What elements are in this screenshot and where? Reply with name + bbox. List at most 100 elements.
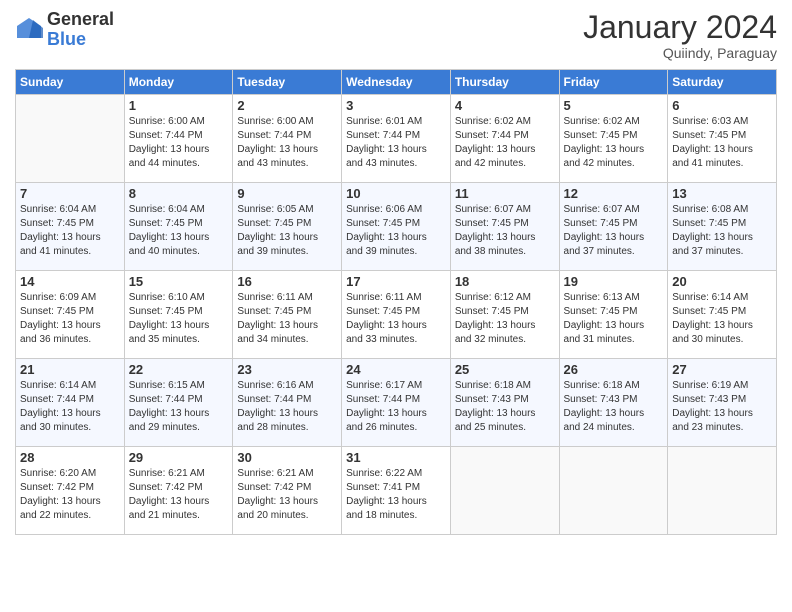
day-info: Sunrise: 6:20 AMSunset: 7:42 PMDaylight:… [20, 467, 120, 523]
calendar-cell: 21Sunrise: 6:14 AMSunset: 7:44 PMDayligh… [16, 359, 125, 447]
day-number: 9 [237, 186, 337, 201]
calendar-cell: 2 Sunrise: 6:00 AMSunset: 7:44 PMDaylight… [233, 95, 342, 183]
day-number: 11 [455, 186, 555, 201]
day-info: Sunrise: 6:21 AMSunset: 7:42 PMDaylight:… [237, 467, 337, 523]
weekday-header-monday: Monday [124, 70, 233, 95]
day-number: 26 [564, 362, 664, 377]
day-number: 29 [129, 450, 229, 465]
day-info: Sunrise: 6:10 AMSunset: 7:45 PMDaylight:… [129, 291, 229, 347]
calendar-cell: 9 Sunrise: 6:05 AMSunset: 7:45 PMDaylight… [233, 183, 342, 271]
weekday-header-saturday: Saturday [668, 70, 777, 95]
calendar-cell: 22 Sunrise: 6:15 AMSunset: 7:44 PMDayligh… [124, 359, 233, 447]
day-number: 4 [455, 98, 555, 113]
day-number: 16 [237, 274, 337, 289]
day-info: Sunrise: 6:07 AMSunset: 7:45 PMDaylight:… [455, 203, 555, 259]
day-number: 8 [129, 186, 229, 201]
day-number: 23 [237, 362, 337, 377]
day-number: 22 [129, 362, 229, 377]
day-info: Sunrise: 6:01 AMSunset: 7:44 PMDaylight:… [346, 115, 446, 171]
calendar-cell: 10Sunrise: 6:06 AMSunset: 7:45 PMDayligh… [342, 183, 451, 271]
day-info: Sunrise: 6:06 AMSunset: 7:45 PMDaylight:… [346, 203, 446, 259]
calendar-cell: 30Sunrise: 6:21 AMSunset: 7:42 PMDayligh… [233, 447, 342, 535]
day-number: 27 [672, 362, 772, 377]
calendar-cell: 20 Sunrise: 6:14 AMSunset: 7:45 PMDayligh… [668, 271, 777, 359]
day-number: 20 [672, 274, 772, 289]
day-number: 5 [564, 98, 664, 113]
day-number: 13 [672, 186, 772, 201]
calendar-cell: 24Sunrise: 6:17 AMSunset: 7:44 PMDayligh… [342, 359, 451, 447]
day-number: 12 [564, 186, 664, 201]
day-number: 19 [564, 274, 664, 289]
day-info: Sunrise: 6:05 AMSunset: 7:45 PMDaylight:… [237, 203, 337, 259]
day-info: Sunrise: 6:13 AMSunset: 7:45 PMDaylight:… [564, 291, 664, 347]
calendar-cell [450, 447, 559, 535]
calendar-cell: 28 Sunrise: 6:20 AMSunset: 7:42 PMDayligh… [16, 447, 125, 535]
day-info: Sunrise: 6:02 AMSunset: 7:44 PMDaylight:… [455, 115, 555, 171]
calendar-cell: 4 Sunrise: 6:02 AMSunset: 7:44 PMDaylight… [450, 95, 559, 183]
weekday-header-row: SundayMondayTuesdayWednesdayThursdayFrid… [16, 70, 777, 95]
calendar-cell: 16 Sunrise: 6:11 AMSunset: 7:45 PMDayligh… [233, 271, 342, 359]
day-info: Sunrise: 6:16 AMSunset: 7:44 PMDaylight:… [237, 379, 337, 435]
calendar-cell: 11 Sunrise: 6:07 AMSunset: 7:45 PMDayligh… [450, 183, 559, 271]
day-info: Sunrise: 6:22 AMSunset: 7:41 PMDaylight:… [346, 467, 446, 523]
calendar-cell: 17Sunrise: 6:11 AMSunset: 7:45 PMDayligh… [342, 271, 451, 359]
day-info: Sunrise: 6:04 AMSunset: 7:45 PMDaylight:… [20, 203, 120, 259]
day-info: Sunrise: 6:21 AMSunset: 7:42 PMDaylight:… [129, 467, 229, 523]
calendar-cell [559, 447, 668, 535]
day-info: Sunrise: 6:02 AMSunset: 7:45 PMDaylight:… [564, 115, 664, 171]
day-info: Sunrise: 6:04 AMSunset: 7:45 PMDaylight:… [129, 203, 229, 259]
day-info: Sunrise: 6:19 AMSunset: 7:43 PMDaylight:… [672, 379, 772, 435]
day-number: 14 [20, 274, 120, 289]
day-number: 31 [346, 450, 446, 465]
calendar-cell: 23 Sunrise: 6:16 AMSunset: 7:44 PMDayligh… [233, 359, 342, 447]
calendar-cell: 1Sunrise: 6:00 AMSunset: 7:44 PMDaylight… [124, 95, 233, 183]
day-number: 15 [129, 274, 229, 289]
calendar-cell: 5 Sunrise: 6:02 AMSunset: 7:45 PMDaylight… [559, 95, 668, 183]
day-info: Sunrise: 6:12 AMSunset: 7:45 PMDaylight:… [455, 291, 555, 347]
page: General Blue January 2024 Quiindy, Parag… [0, 0, 792, 545]
calendar-cell: 13 Sunrise: 6:08 AMSunset: 7:45 PMDayligh… [668, 183, 777, 271]
day-number: 7 [20, 186, 120, 201]
calendar-cell: 25 Sunrise: 6:18 AMSunset: 7:43 PMDayligh… [450, 359, 559, 447]
day-info: Sunrise: 6:08 AMSunset: 7:45 PMDaylight:… [672, 203, 772, 259]
calendar-week-row: 28 Sunrise: 6:20 AMSunset: 7:42 PMDayligh… [16, 447, 777, 535]
weekday-header-tuesday: Tuesday [233, 70, 342, 95]
weekday-header-sunday: Sunday [16, 70, 125, 95]
calendar-cell: 6Sunrise: 6:03 AMSunset: 7:45 PMDaylight… [668, 95, 777, 183]
calendar-cell: 12 Sunrise: 6:07 AMSunset: 7:45 PMDayligh… [559, 183, 668, 271]
day-info: Sunrise: 6:07 AMSunset: 7:45 PMDaylight:… [564, 203, 664, 259]
calendar-cell [16, 95, 125, 183]
calendar-cell: 19 Sunrise: 6:13 AMSunset: 7:45 PMDayligh… [559, 271, 668, 359]
day-info: Sunrise: 6:03 AMSunset: 7:45 PMDaylight:… [672, 115, 772, 171]
day-info: Sunrise: 6:11 AMSunset: 7:45 PMDaylight:… [346, 291, 446, 347]
logo: General Blue [15, 10, 114, 50]
day-number: 25 [455, 362, 555, 377]
day-info: Sunrise: 6:11 AMSunset: 7:45 PMDaylight:… [237, 291, 337, 347]
weekday-header-wednesday: Wednesday [342, 70, 451, 95]
day-info: Sunrise: 6:00 AMSunset: 7:44 PMDaylight:… [237, 115, 337, 171]
logo-text: General Blue [47, 10, 114, 50]
day-info: Sunrise: 6:09 AMSunset: 7:45 PMDaylight:… [20, 291, 120, 347]
day-info: Sunrise: 6:14 AMSunset: 7:45 PMDaylight:… [672, 291, 772, 347]
day-number: 24 [346, 362, 446, 377]
calendar-cell: 26 Sunrise: 6:18 AMSunset: 7:43 PMDayligh… [559, 359, 668, 447]
calendar-cell: 18Sunrise: 6:12 AMSunset: 7:45 PMDayligh… [450, 271, 559, 359]
calendar-cell: 14 Sunrise: 6:09 AMSunset: 7:45 PMDayligh… [16, 271, 125, 359]
day-info: Sunrise: 6:18 AMSunset: 7:43 PMDaylight:… [564, 379, 664, 435]
calendar-cell: 29 Sunrise: 6:21 AMSunset: 7:42 PMDayligh… [124, 447, 233, 535]
day-number: 28 [20, 450, 120, 465]
month-title: January 2024 [583, 10, 777, 45]
calendar-cell: 7 Sunrise: 6:04 AMSunset: 7:45 PMDaylight… [16, 183, 125, 271]
day-number: 21 [20, 362, 120, 377]
day-number: 2 [237, 98, 337, 113]
location: Quiindy, Paraguay [583, 45, 777, 61]
logo-icon [15, 16, 43, 44]
calendar-week-row: 7 Sunrise: 6:04 AMSunset: 7:45 PMDaylight… [16, 183, 777, 271]
calendar-table: SundayMondayTuesdayWednesdayThursdayFrid… [15, 69, 777, 535]
calendar-week-row: 14 Sunrise: 6:09 AMSunset: 7:45 PMDayligh… [16, 271, 777, 359]
day-info: Sunrise: 6:18 AMSunset: 7:43 PMDaylight:… [455, 379, 555, 435]
calendar-cell: 31 Sunrise: 6:22 AMSunset: 7:41 PMDayligh… [342, 447, 451, 535]
calendar-week-row: 21Sunrise: 6:14 AMSunset: 7:44 PMDayligh… [16, 359, 777, 447]
day-info: Sunrise: 6:15 AMSunset: 7:44 PMDaylight:… [129, 379, 229, 435]
calendar-week-row: 1Sunrise: 6:00 AMSunset: 7:44 PMDaylight… [16, 95, 777, 183]
